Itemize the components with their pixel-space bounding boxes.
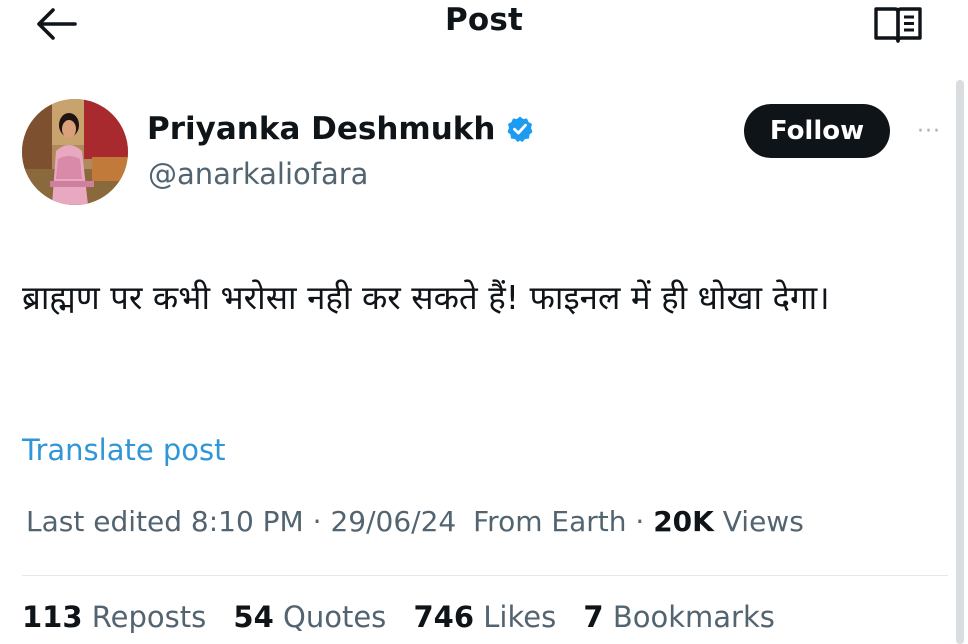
views-label[interactable]: Views (723, 505, 804, 538)
translate-post-link[interactable]: Translate post (22, 433, 226, 467)
bookmarks-count: 7 (583, 600, 604, 634)
separator: · (635, 505, 645, 538)
reposts-label: Reposts (91, 600, 207, 634)
likes-label: Likes (483, 600, 557, 634)
engagement-stats: 113 Reposts 54 Quotes 746 Likes 7 Bookma… (22, 600, 793, 634)
avatar[interactable] (22, 99, 128, 205)
post-text: ब्राह्मण पर कभी भरोसा नही कर सकते हैं! फ… (22, 278, 830, 317)
top-bar: Post (0, 0, 968, 50)
reader-mode-icon (874, 7, 922, 43)
bookmarks-label: Bookmarks (612, 600, 775, 634)
reposts-count: 113 (22, 600, 83, 634)
author-name[interactable]: Priyanka Deshmukh (147, 111, 534, 147)
page-title: Post (444, 2, 524, 38)
post-time[interactable]: 8:10 PM (191, 505, 304, 538)
edited-label[interactable]: Last edited (26, 505, 182, 538)
post-date[interactable]: 29/06/24 (330, 505, 456, 538)
follow-button[interactable]: Follow (744, 104, 890, 158)
quotes-count: 54 (233, 600, 274, 634)
author-handle[interactable]: @anarkaliofara (148, 157, 368, 191)
bookmarks-stat[interactable]: 7 Bookmarks (583, 600, 774, 634)
views-count[interactable]: 20K (653, 505, 714, 538)
reader-mode-button[interactable] (868, 4, 928, 46)
scrollbar[interactable] (956, 80, 964, 644)
verified-badge-icon (506, 115, 534, 143)
likes-count: 746 (413, 600, 475, 634)
likes-stat[interactable]: 746 Likes (414, 600, 557, 634)
post-metadata: Last edited 8:10 PM · 29/06/24 From Eart… (26, 505, 804, 538)
author-name-text: Priyanka Deshmukh (147, 111, 496, 147)
post-source: From Earth (473, 505, 627, 538)
more-horizontal-icon[interactable]: ··· (906, 116, 952, 146)
quotes-stat[interactable]: 54 Quotes (233, 600, 386, 634)
reposts-stat[interactable]: 113 Reposts (22, 600, 206, 634)
divider (22, 575, 948, 576)
separator: · (312, 505, 322, 538)
quotes-label: Quotes (283, 600, 387, 634)
